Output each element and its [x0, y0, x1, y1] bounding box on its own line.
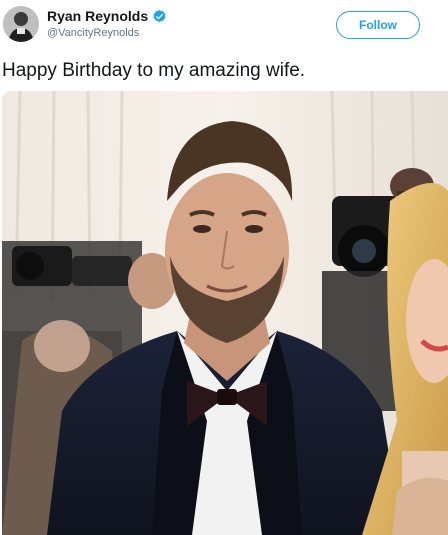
- display-name[interactable]: Ryan Reynolds: [47, 7, 148, 25]
- photo-image: [2, 91, 448, 535]
- verified-badge-icon: [152, 9, 167, 24]
- avatar-image: [3, 6, 39, 42]
- user-handle[interactable]: @VancityReynolds: [47, 26, 167, 41]
- author-block: Ryan Reynolds @VancityReynolds: [47, 7, 167, 41]
- follow-button[interactable]: Follow: [336, 11, 420, 39]
- tweet-header: Ryan Reynolds @VancityReynolds Follow: [0, 0, 448, 52]
- tweet-photo[interactable]: [2, 91, 448, 535]
- avatar[interactable]: [3, 6, 39, 42]
- tweet-text: Happy Birthday to my amazing wife.: [2, 60, 306, 81]
